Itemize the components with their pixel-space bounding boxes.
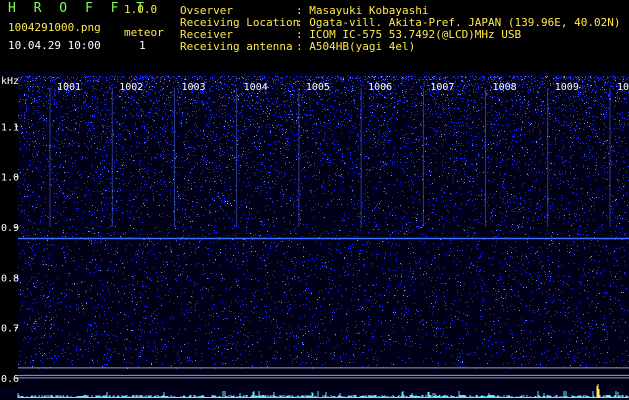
meteor-count: 1: [139, 39, 146, 52]
meteor-label: meteor: [124, 26, 164, 39]
y-tick-label: 0.6: [1, 374, 19, 385]
frequency-axis: kHz 1.1 1.0 0.9 0.8 0.7 0.6: [0, 76, 19, 388]
time-marker-label: 1010: [617, 82, 629, 93]
time-marker-label: 1004: [244, 82, 268, 93]
y-tick-label: 0.8: [1, 273, 19, 284]
antenna-label: Receiving antenna: [180, 40, 293, 53]
spectrogram: 1001 1002 1003 1004 1005 1006 1007 1008 1009 1010…: [0, 72, 629, 400]
time-marker-label: 1009: [555, 82, 579, 93]
header-panel: H R O F F T 1.0.0 1004291000.png meteor …: [0, 0, 629, 72]
time-marker-label: 1007: [430, 82, 454, 93]
unit-label: kHz: [1, 76, 19, 87]
antenna-value: : A504HB(yagi 4el): [296, 40, 416, 53]
y-tick-label: 1.1: [1, 122, 19, 133]
time-marker-label: 1005: [306, 82, 330, 93]
timestamp: 10.04.29 10:00: [8, 39, 101, 52]
time-marker-label: 1001: [57, 82, 81, 93]
app-version: 1.0.0: [124, 3, 158, 16]
time-marker-label: 1006: [368, 82, 392, 93]
y-tick-label: 1.0: [1, 173, 19, 184]
time-marker-label: 1008: [493, 82, 517, 93]
y-tick-label: 0.7: [1, 324, 19, 335]
time-marker-label: 1002: [119, 82, 143, 93]
image-filename: 1004291000.png: [8, 21, 101, 34]
y-tick-label: 0.9: [1, 223, 19, 234]
time-marker-label: 1003: [181, 82, 205, 93]
